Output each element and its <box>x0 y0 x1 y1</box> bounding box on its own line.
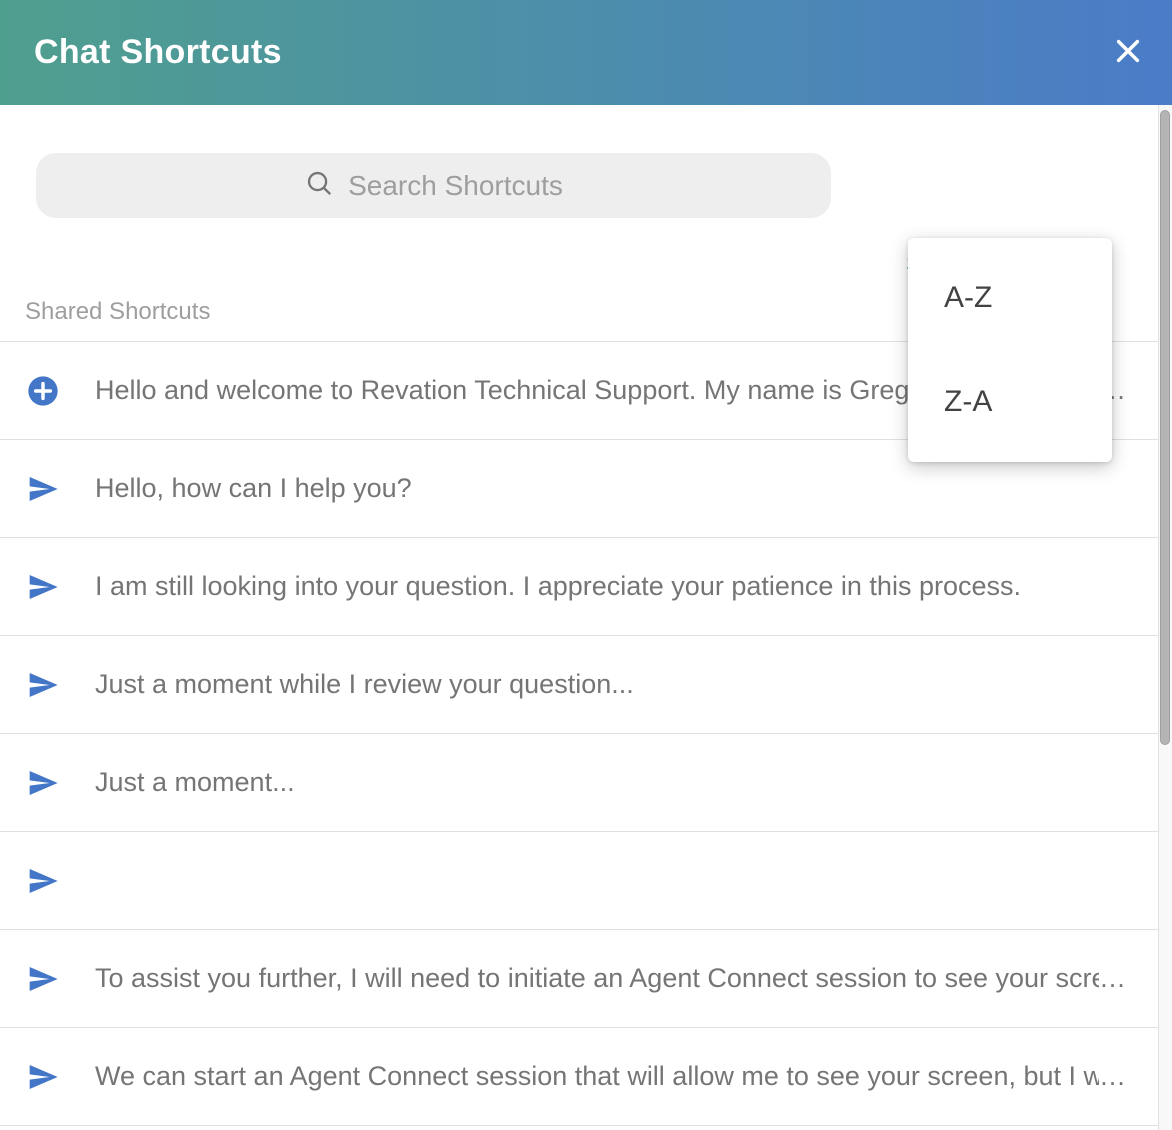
section-label: Shared Shortcuts <box>25 298 210 325</box>
close-icon <box>1113 36 1143 69</box>
chat-shortcuts-dialog: Chat Shortcuts Search Shortcuts Sort Non… <box>0 0 1172 1130</box>
shortcut-item[interactable]: Just a moment... <box>0 734 1172 832</box>
send-icon <box>27 571 59 603</box>
close-button[interactable] <box>1106 31 1150 75</box>
sort-option-az[interactable]: A-Z <box>908 246 1112 350</box>
sort-option-za[interactable]: Z-A <box>908 350 1112 454</box>
shortcut-text: To assist you further, I will need to in… <box>95 963 1099 994</box>
dialog-title: Chat Shortcuts <box>34 33 1106 72</box>
shortcut-text: Just a moment while I review your questi… <box>95 669 634 700</box>
truncation-ellipsis: … <box>1099 963 1126 994</box>
send-icon <box>27 669 59 701</box>
dialog-header: Chat Shortcuts <box>0 0 1172 105</box>
shortcut-text: Just a moment... <box>95 767 295 798</box>
shortcut-item[interactable]: Just a moment while I review your questi… <box>0 636 1172 734</box>
shortcut-item[interactable]: I am still looking into your question. I… <box>0 538 1172 636</box>
shortcut-text: I am still looking into your question. I… <box>95 571 1021 602</box>
toolbar: Search Shortcuts Sort None <box>0 105 1172 218</box>
scrollbar-track[interactable] <box>1158 105 1172 1130</box>
shortcut-item[interactable]: To assist you further, I will need to in… <box>0 930 1172 1028</box>
send-icon <box>27 473 59 505</box>
shortcut-item[interactable]: We can start an Agent Connect session th… <box>0 1028 1172 1126</box>
send-icon <box>27 963 59 995</box>
send-icon <box>27 1061 59 1093</box>
search-placeholder: Search Shortcuts <box>348 170 563 202</box>
search-input[interactable]: Search Shortcuts <box>36 153 831 218</box>
truncation-ellipsis: … <box>1099 1061 1126 1092</box>
send-icon <box>27 865 59 897</box>
search-icon <box>304 168 335 204</box>
shortcut-text: Hello, how can I help you? <box>95 473 412 504</box>
plus-circle-icon <box>27 375 59 407</box>
scrollbar-thumb[interactable] <box>1160 110 1170 745</box>
send-icon <box>27 767 59 799</box>
sort-dropdown-menu: A-Z Z-A <box>908 238 1112 462</box>
shortcut-text: We can start an Agent Connect session th… <box>95 1061 1099 1092</box>
shortcut-item[interactable] <box>0 832 1172 930</box>
